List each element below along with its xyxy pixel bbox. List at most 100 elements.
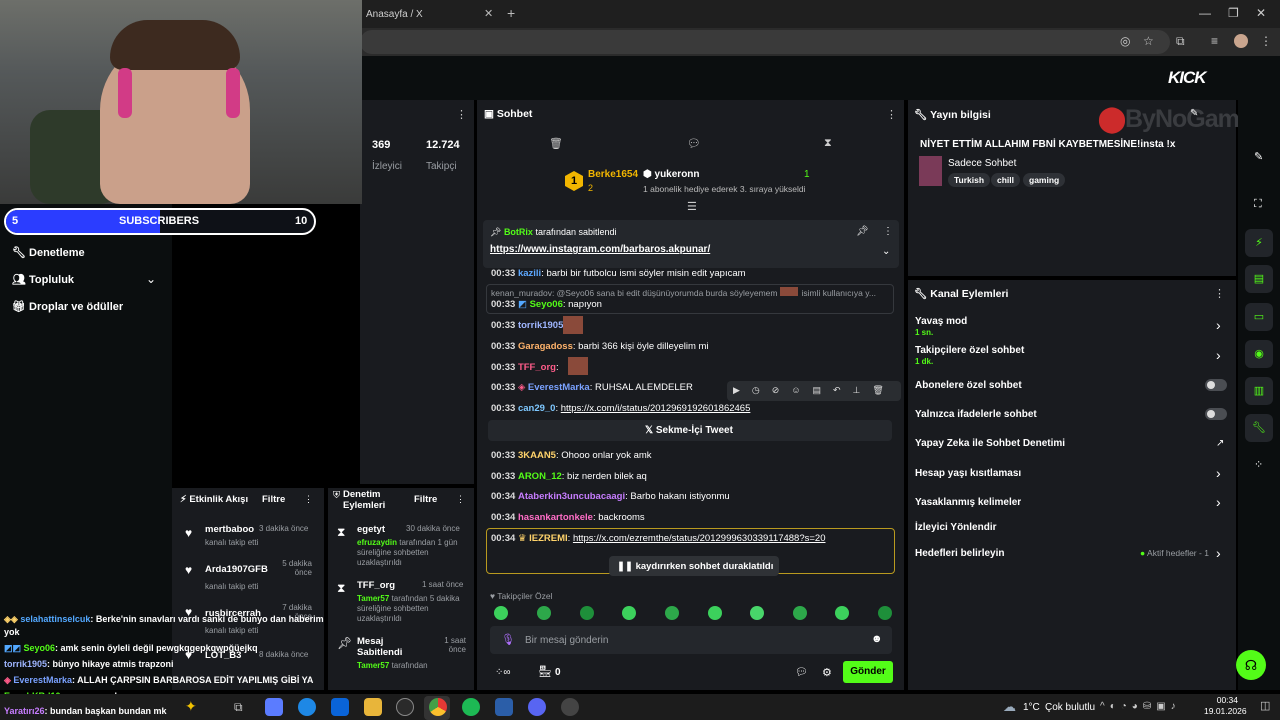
msg-link[interactable]: https://x.com/ezremthe/status/2012999630… [573, 533, 826, 544]
actions-more-icon[interactable]: ⋮ [1214, 287, 1225, 300]
obs-icon[interactable] [561, 698, 579, 716]
app-icon[interactable] [396, 698, 414, 716]
category-thumbnail[interactable] [919, 156, 942, 186]
mod-user[interactable]: TFF_org [357, 580, 395, 591]
stats-more-icon[interactable]: ⋮ [456, 108, 467, 121]
mod-user[interactable]: egetyt [357, 524, 385, 535]
msg-user[interactable]: Ataberkin3uncubacaagi [518, 491, 625, 502]
banned-words-label[interactable]: Yasaklanmış kelimeler [915, 497, 1021, 508]
more-menu-icon[interactable]: ⋮ [1260, 34, 1272, 48]
subs-chat-toggle[interactable] [1205, 379, 1227, 391]
followers-chat-label[interactable]: Takipçilere özel sohbet [915, 345, 1024, 356]
tag[interactable]: gaming [1023, 173, 1066, 187]
mod-by[interactable]: efruzaydin [357, 538, 397, 547]
msg-user[interactable]: torrik1905 [518, 320, 563, 331]
msg-user[interactable]: hasankartonkele [518, 512, 593, 523]
emote-9[interactable] [835, 606, 849, 620]
notification-icon[interactable]: ◫ [1260, 699, 1270, 712]
sidebar-item-denetleme[interactable]: 🔧︎ Denetleme [12, 246, 85, 259]
chevron-down-icon[interactable]: ⌄ [146, 272, 156, 286]
layout-icon[interactable]: ▥ [1245, 377, 1273, 405]
profile-avatar[interactable] [1234, 34, 1248, 48]
trash-icon[interactable]: 🗑︎ [549, 137, 563, 150]
tag[interactable]: Turkish [948, 173, 991, 187]
msg-user[interactable]: kazili [518, 268, 541, 279]
reading-list-icon[interactable]: ≡ [1211, 34, 1218, 48]
sparkle-icon[interactable]: ✦ [185, 698, 197, 715]
emote-5[interactable] [665, 606, 679, 620]
emote-1[interactable] [494, 606, 508, 620]
feed-user[interactable]: mertbaboo [205, 524, 254, 535]
lightning-icon[interactable]: ⚡︎ [1245, 229, 1273, 257]
discord-icon[interactable] [528, 698, 546, 716]
chevron-right-icon[interactable]: › [1216, 545, 1221, 561]
mod-filter-button[interactable]: Filtre [414, 494, 437, 505]
emote-8[interactable] [793, 606, 807, 620]
broadcast-icon[interactable]: ◉ [1245, 340, 1273, 368]
filter-icon[interactable]: ☰ [687, 200, 697, 213]
emote-3[interactable] [580, 606, 594, 620]
chevron-right-icon[interactable]: › [1216, 465, 1221, 481]
task-view-icon[interactable]: ⧉ [234, 700, 243, 715]
pinned-expand-icon[interactable]: ⌄ [882, 246, 890, 257]
tag[interactable]: chill [991, 173, 1021, 187]
goals-label[interactable]: Hedefleri belirleyin [915, 548, 1004, 559]
voice-icon[interactable]: 🎙︎ [501, 633, 515, 646]
steam-icon[interactable] [495, 698, 513, 716]
gifter-name[interactable]: ⬢ yukeronn [643, 169, 700, 180]
msg-link[interactable]: https://x.com/i/status/20129691926018624… [561, 403, 751, 414]
copilot-icon[interactable] [265, 698, 283, 716]
emoji-icon[interactable]: ☻ [871, 633, 883, 645]
mod-more-icon[interactable]: ⋮ [456, 494, 465, 505]
feed-filter-button[interactable]: Filtre [262, 494, 285, 505]
chat-icon[interactable]: 💬︎ [687, 137, 701, 150]
chevron-right-icon[interactable]: › [1216, 317, 1221, 333]
pen-icon[interactable]: ✎ [1254, 150, 1263, 163]
close-window-button[interactable]: ✕ [1256, 6, 1266, 20]
expand-icon[interactable]: ⛶ [1254, 198, 1262, 211]
clipboard-icon[interactable]: ▤ [1245, 265, 1273, 293]
msg-user[interactable]: 3KAAN5 [518, 450, 556, 461]
redirect-label[interactable]: İzleyici Yönlendir [915, 522, 997, 533]
chevron-right-icon[interactable]: › [1216, 347, 1221, 363]
points-icon[interactable]: ⁘∞ [495, 667, 511, 678]
chat-bubble-icon[interactable]: ▭ [1245, 303, 1273, 331]
feed-more-icon[interactable]: ⋮ [304, 494, 313, 505]
apps-icon[interactable]: ⁘ [1254, 458, 1263, 471]
mod-by[interactable]: Tamer57 [357, 594, 389, 603]
new-tab-button[interactable]: + [507, 5, 515, 21]
edge-icon[interactable] [298, 698, 316, 716]
pinned-link[interactable]: https://www.instagram.com/barbaros.akpun… [490, 244, 710, 255]
minimize-button[interactable]: — [1199, 6, 1211, 20]
feed-user[interactable]: Arda1907GFB [205, 564, 268, 575]
bookmark-star-icon[interactable]: ☆ [1143, 34, 1154, 48]
maximize-button[interactable]: ❐ [1228, 6, 1239, 20]
top-gifter-name[interactable]: Berke1654 [588, 169, 638, 180]
extensions-icon[interactable]: ⧉ [1176, 34, 1185, 49]
sidebar-item-topluluk[interactable]: 👥︎ Topluluk [12, 273, 74, 286]
msg-user[interactable]: EverestMarka [528, 382, 590, 393]
msg-user[interactable]: Garagadoss [518, 341, 573, 352]
slow-mode-label[interactable]: Yavaş mod [915, 316, 967, 327]
msg-user[interactable]: Seyo06 [530, 299, 563, 310]
emote-7[interactable] [750, 606, 764, 620]
external-link-icon[interactable]: ↗ [1216, 438, 1224, 449]
emote-6[interactable] [708, 606, 722, 620]
pinned-more-icon[interactable]: ⋮ [883, 226, 893, 237]
edit-icon[interactable]: ✎ [1190, 108, 1198, 119]
tab-title[interactable]: Anasayfa / X [366, 9, 423, 20]
msg-user[interactable]: TFF_org [518, 362, 556, 373]
mod-tool-icons[interactable]: ▶◷⊘☺▤↶⊥🗑︎ [733, 385, 896, 396]
chevron-right-icon[interactable]: › [1216, 494, 1221, 510]
unpin-icon[interactable]: 📌︎ [856, 226, 869, 237]
emote-10[interactable] [878, 606, 892, 620]
chat-emote-icon[interactable]: 💬︎ [795, 667, 808, 678]
hourglass-icon[interactable]: ⧗ [824, 137, 832, 150]
sidebar-item-droplar[interactable]: 🎁︎ Droplar ve ödüller [12, 300, 123, 313]
spotify-icon[interactable] [462, 698, 480, 716]
category-name[interactable]: Sadece Sohbet [948, 158, 1016, 169]
chrome-icon[interactable] [429, 698, 447, 716]
account-age-label[interactable]: Hesap yaşı kısıtlaması [915, 468, 1021, 479]
outlook-icon[interactable] [331, 698, 349, 716]
wrench-icon[interactable]: 🔧︎ [1245, 414, 1273, 442]
